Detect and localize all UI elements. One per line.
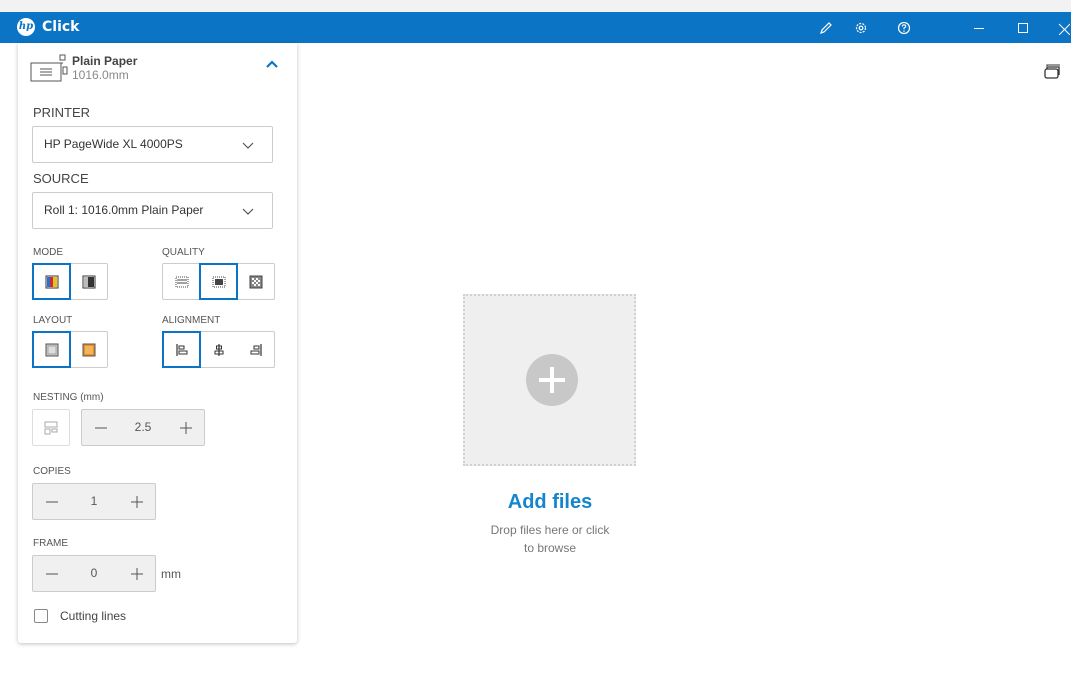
minimize-icon[interactable] <box>968 17 990 39</box>
paper-roll-icon <box>30 53 70 85</box>
align-center-button[interactable] <box>200 332 237 367</box>
nesting-toggle-button[interactable] <box>32 409 70 446</box>
frame-decrease-button[interactable] <box>33 556 70 591</box>
minus-icon <box>94 427 107 428</box>
quality-normal-icon <box>212 276 225 287</box>
layout-label: LAYOUT <box>33 315 73 326</box>
plus-icon <box>130 495 143 508</box>
quality-group <box>162 263 275 300</box>
quality-normal-button[interactable] <box>199 263 238 300</box>
nesting-label: NESTING (mm) <box>33 392 104 403</box>
app-title: Click <box>42 19 80 35</box>
align-right-icon <box>250 343 262 356</box>
quality-label: QUALITY <box>162 247 205 258</box>
plus-icon <box>130 567 143 580</box>
cutting-lines-label: Cutting lines <box>60 609 127 623</box>
minus-icon <box>45 573 58 574</box>
copies-label: COPIES <box>33 466 71 477</box>
frame-unit: mm <box>161 567 181 581</box>
align-center-icon <box>214 343 223 356</box>
nesting-value[interactable]: 2.5 <box>119 410 167 445</box>
align-left-icon <box>175 343 187 356</box>
layout-portrait-button[interactable] <box>32 331 71 368</box>
alignment-group <box>162 331 275 368</box>
title-bar: hp Click <box>0 12 1071 43</box>
chevron-down-icon <box>242 142 254 149</box>
copies-decrease-button[interactable] <box>33 484 70 519</box>
add-circle-icon[interactable] <box>526 354 578 406</box>
nesting-increase-button[interactable] <box>167 410 204 445</box>
quality-best-icon <box>249 275 262 288</box>
printer-value: HP PageWide XL 4000PS <box>44 137 183 151</box>
pencil-icon[interactable] <box>815 17 837 39</box>
file-dropzone[interactable] <box>463 294 636 466</box>
media-size: 1016.0mm <box>72 68 129 82</box>
source-value: Roll 1: 1016.0mm Plain Paper <box>44 203 204 217</box>
color-mode-icon <box>45 275 58 288</box>
layout-group <box>32 331 108 368</box>
copies-stepper: 1 <box>32 483 156 520</box>
source-label: SOURCE <box>33 171 89 186</box>
quality-fast-button[interactable] <box>163 264 200 299</box>
maximize-icon[interactable] <box>1012 17 1034 39</box>
hp-logo: hp <box>17 18 35 36</box>
help-icon[interactable] <box>893 17 915 39</box>
mode-grayscale-button[interactable] <box>70 264 107 299</box>
mode-color-button[interactable] <box>32 263 71 300</box>
copies-increase-button[interactable] <box>118 484 155 519</box>
chevron-up-icon[interactable] <box>263 57 281 71</box>
frame-value[interactable]: 0 <box>70 556 118 591</box>
nesting-stepper: 2.5 <box>81 409 205 446</box>
printer-select[interactable]: HP PageWide XL 4000PS <box>32 126 273 163</box>
grayscale-mode-icon <box>82 275 95 288</box>
frame-increase-button[interactable] <box>118 556 155 591</box>
layout-landscape-button[interactable] <box>70 332 107 367</box>
frame-label: FRAME <box>33 538 68 549</box>
add-files-subtitle-line1: Drop files here or click <box>490 523 610 537</box>
mode-label: MODE <box>33 247 63 258</box>
add-files-subtitle: Drop files here or click to browse <box>460 521 640 557</box>
layout-landscape-icon <box>82 343 95 356</box>
plus-icon <box>179 421 192 434</box>
printer-label: PRINTER <box>33 105 91 120</box>
add-files-title[interactable]: Add files <box>450 491 650 514</box>
minus-icon <box>45 501 58 502</box>
nesting-icon <box>44 421 58 434</box>
align-left-button[interactable] <box>162 331 201 368</box>
media-name: Plain Paper <box>72 54 138 68</box>
add-files-subtitle-line2: to browse <box>523 541 577 555</box>
quality-best-button[interactable] <box>237 264 274 299</box>
mode-group <box>32 263 108 300</box>
alignment-label: ALIGNMENT <box>162 315 221 326</box>
cutting-lines-checkbox[interactable] <box>34 609 48 623</box>
gear-icon[interactable] <box>850 17 872 39</box>
align-right-button[interactable] <box>237 332 274 367</box>
settings-panel: Plain Paper 1016.0mm PRINTER HP PageWide… <box>18 43 297 643</box>
chevron-down-icon <box>242 208 254 215</box>
layout-portrait-icon <box>45 343 58 356</box>
top-strip <box>0 0 1071 12</box>
queue-icon[interactable] <box>1043 63 1061 81</box>
copies-value[interactable]: 1 <box>70 484 118 519</box>
close-icon[interactable] <box>1055 17 1071 39</box>
quality-fast-icon <box>175 276 188 287</box>
frame-stepper: 0 <box>32 555 156 592</box>
source-select[interactable]: Roll 1: 1016.0mm Plain Paper <box>32 192 273 229</box>
nesting-decrease-button[interactable] <box>82 410 119 445</box>
